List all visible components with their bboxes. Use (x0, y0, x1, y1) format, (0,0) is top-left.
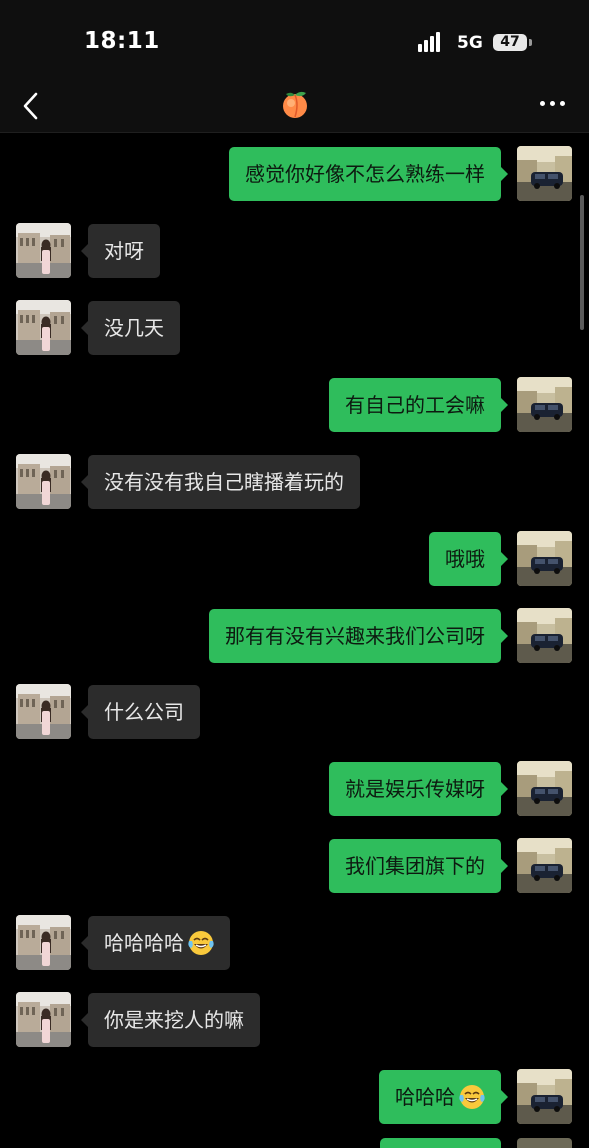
message-bubble-outgoing[interactable]: 感觉你好像不怎么熟练一样 (229, 147, 508, 201)
message-bubble-incoming[interactable]: 什么公司 (81, 685, 200, 739)
message-bubble-incoming[interactable]: 哈哈哈哈 (81, 916, 230, 970)
message-text: 我们集团旗下的 (345, 854, 485, 878)
message-row-incoming: 哈哈哈哈 (0, 908, 589, 970)
message-bubble-outgoing[interactable]: 哦哦 (429, 532, 508, 586)
message-bubble-incoming[interactable]: 对呀 (81, 224, 160, 278)
message-bubble-incoming[interactable]: 没几天 (81, 301, 180, 355)
message-row-outgoing: 感觉你好像不怎么熟练一样 (0, 139, 589, 201)
message-row-outgoing: 有自己的工会嘛 (0, 370, 589, 432)
tears-of-joy-emoji-icon (459, 1084, 485, 1110)
my-avatar[interactable] (517, 838, 572, 893)
message-text: 哈哈哈哈 (104, 931, 184, 955)
peach-emoji-icon (279, 88, 311, 120)
message-text: 那有有没有兴趣来我们公司呀 (225, 624, 485, 648)
status-bar: 18:11 5G 47 (0, 0, 589, 80)
contact-avatar[interactable] (16, 300, 71, 355)
message-text: 没几天 (104, 316, 164, 340)
message-row-outgoing: 就是娱乐传媒呀 (0, 754, 589, 816)
message-row-incoming: 对呀 (0, 216, 589, 278)
contact-avatar[interactable] (16, 915, 71, 970)
scrollbar[interactable] (580, 195, 584, 330)
my-avatar-partial (517, 1138, 572, 1148)
chat-header (0, 80, 589, 133)
message-text: 什么公司 (104, 700, 184, 724)
message-bubble-incoming[interactable]: 没有没有我自己瞎播着玩的 (81, 455, 360, 509)
message-text: 对呀 (104, 239, 144, 263)
chat-messages[interactable]: 感觉你好像不怎么熟练一样 对呀 没几天 有自己的工会嘛 没有没有我自己瞎播着玩的… (0, 133, 589, 1142)
my-avatar[interactable] (517, 608, 572, 663)
battery-icon: 47 (493, 34, 527, 51)
message-bubble-outgoing[interactable]: 哈哈哈 (379, 1070, 508, 1124)
message-row-outgoing: 那有有没有兴趣来我们公司呀 (0, 601, 589, 663)
my-avatar[interactable] (517, 377, 572, 432)
my-avatar[interactable] (517, 531, 572, 586)
message-bubble-outgoing-partial (380, 1138, 501, 1148)
message-bubble-outgoing[interactable]: 那有有没有兴趣来我们公司呀 (209, 609, 508, 663)
message-text: 你是来挖人的嘛 (104, 1008, 244, 1032)
signal-strength-icon (418, 32, 448, 54)
my-avatar[interactable] (517, 146, 572, 201)
message-text: 哈哈哈 (395, 1085, 455, 1109)
message-row-incoming: 什么公司 (0, 677, 589, 739)
contact-avatar[interactable] (16, 684, 71, 739)
message-bubble-outgoing[interactable]: 我们集团旗下的 (329, 839, 508, 893)
message-text: 有自己的工会嘛 (345, 393, 485, 417)
tears-of-joy-emoji-icon (188, 930, 214, 956)
contact-avatar[interactable] (16, 223, 71, 278)
message-bubble-outgoing[interactable]: 就是娱乐传媒呀 (329, 762, 508, 816)
message-bubble-outgoing[interactable]: 有自己的工会嘛 (329, 378, 508, 432)
message-row-incoming: 没几天 (0, 293, 589, 355)
message-text: 没有没有我自己瞎播着玩的 (104, 470, 344, 494)
back-arrow-icon[interactable] (18, 88, 48, 124)
battery-tip (529, 39, 532, 46)
message-row-incoming: 没有没有我自己瞎播着玩的 (0, 447, 589, 509)
contact-avatar[interactable] (16, 454, 71, 509)
contact-avatar[interactable] (16, 992, 71, 1047)
message-row-outgoing: 我们集团旗下的 (0, 831, 589, 893)
network-type: 5G (457, 33, 483, 53)
message-row-outgoing: 哦哦 (0, 524, 589, 586)
message-bubble-incoming[interactable]: 你是来挖人的嘛 (81, 993, 260, 1047)
message-text: 感觉你好像不怎么熟练一样 (245, 162, 485, 186)
message-text: 哦哦 (445, 547, 485, 571)
my-avatar[interactable] (517, 1069, 572, 1124)
message-row-incoming: 你是来挖人的嘛 (0, 985, 589, 1047)
message-text: 就是娱乐传媒呀 (345, 777, 485, 801)
status-time: 18:11 (84, 28, 160, 54)
message-row-outgoing: 哈哈哈 (0, 1062, 589, 1124)
my-avatar[interactable] (517, 761, 572, 816)
more-options-icon[interactable] (536, 94, 568, 114)
